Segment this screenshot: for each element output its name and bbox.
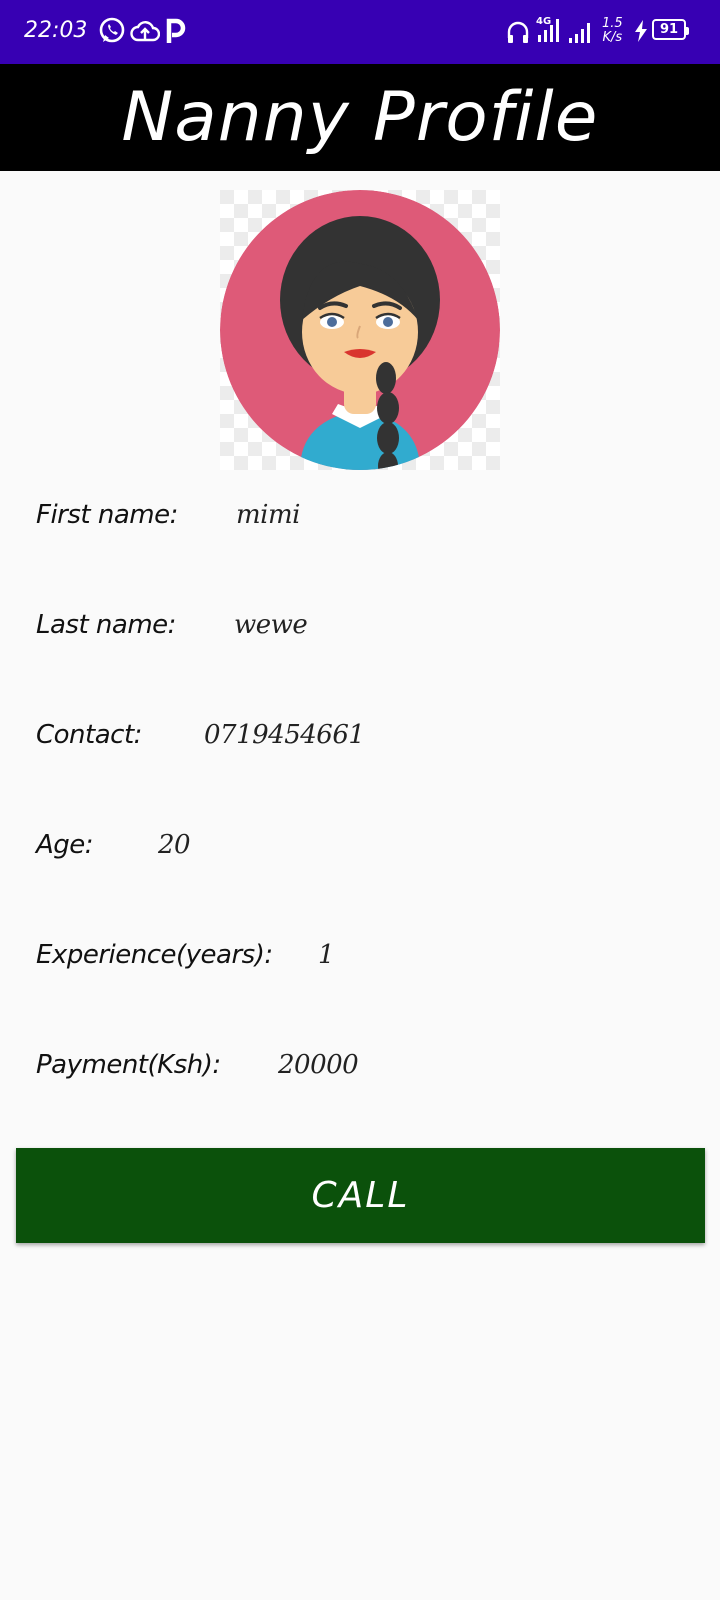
charging-icon xyxy=(635,20,647,42)
first-name-label: First name: xyxy=(36,500,178,530)
p-icon xyxy=(166,18,186,43)
payment-value: 20000 xyxy=(278,1050,359,1080)
headset-icon xyxy=(507,21,529,43)
contact-label: Contact: xyxy=(36,720,142,750)
signal-4g-icon: 4G xyxy=(536,16,559,42)
network-speed-value: 1.5 xyxy=(602,16,623,31)
payment-label: Payment(Ksh): xyxy=(36,1050,221,1080)
age-label: Age: xyxy=(36,830,94,860)
app-bar: Nanny Profile xyxy=(0,64,720,171)
status-bar: 22:03 4G 1.5 K/s 91 xyxy=(0,0,720,64)
cloud-upload-icon xyxy=(130,21,160,42)
svg-text:4G: 4G xyxy=(536,16,551,27)
battery-level: 91 xyxy=(659,22,679,37)
avatar-illustration xyxy=(220,190,500,470)
last-name-label: Last name: xyxy=(36,610,176,640)
first-name-value: mimi xyxy=(236,500,300,530)
nanny-avatar xyxy=(220,190,500,470)
last-name-value: wewe xyxy=(234,610,308,640)
age-value: 20 xyxy=(158,830,191,860)
system-icons: 4G 1.5 K/s 91 xyxy=(506,15,696,49)
signal-icon xyxy=(569,23,590,43)
status-time: 22:03 xyxy=(24,18,88,43)
page-title: Nanny Profile xyxy=(121,78,599,157)
network-speed-unit: K/s xyxy=(602,30,623,45)
experience-label: Experience(years): xyxy=(36,940,273,970)
call-button-label: CALL xyxy=(311,1175,410,1216)
experience-value: 1 xyxy=(318,940,335,970)
network-speed: 1.5 K/s xyxy=(602,17,623,45)
battery-tip xyxy=(686,27,689,35)
battery-icon: 91 xyxy=(652,19,686,40)
whatsapp-icon xyxy=(99,17,125,43)
call-button[interactable]: CALL xyxy=(16,1148,705,1243)
contact-value: 0719454661 xyxy=(204,720,365,750)
